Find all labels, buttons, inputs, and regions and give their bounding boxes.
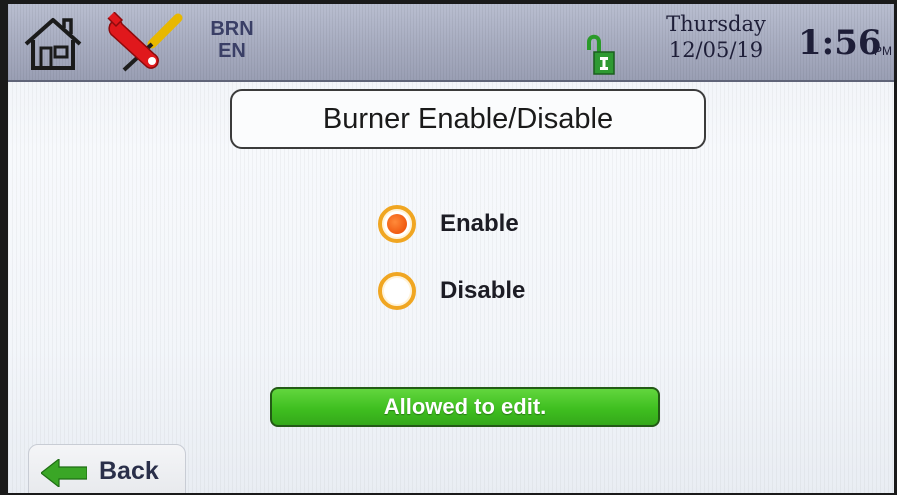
back-button[interactable]: Back bbox=[28, 444, 186, 493]
disable-radio[interactable] bbox=[378, 272, 416, 310]
tools-icon bbox=[107, 11, 183, 72]
unlocked-padlock-icon bbox=[587, 34, 615, 75]
mode-line-1: BRN bbox=[210, 18, 254, 40]
tools-button[interactable] bbox=[102, 11, 186, 74]
mode-indicator: BRN EN bbox=[204, 18, 260, 62]
back-label: Back bbox=[99, 457, 159, 485]
page-title: Burner Enable/Disable bbox=[230, 89, 706, 149]
radio-selected-dot bbox=[387, 214, 407, 234]
header-bar: BRN EN Thursday 12/05/19 1:56 PM bbox=[8, 4, 894, 82]
status-bar: Allowed to edit. bbox=[270, 387, 660, 427]
disable-label: Disable bbox=[440, 277, 526, 304]
enable-label: Enable bbox=[440, 210, 519, 237]
home-icon bbox=[24, 18, 82, 70]
mode-line-2: EN bbox=[218, 40, 246, 62]
enable-option[interactable]: Enable bbox=[378, 202, 519, 246]
time-label: 1:56 bbox=[798, 23, 882, 63]
home-button[interactable] bbox=[22, 14, 84, 74]
hmi-screen: BRN EN Thursday 12/05/19 1:56 PM Burner … bbox=[8, 4, 894, 493]
enable-radio[interactable] bbox=[378, 205, 416, 243]
disable-option[interactable]: Disable bbox=[378, 269, 525, 313]
back-arrow-icon bbox=[41, 459, 87, 487]
day-label: Thursday bbox=[666, 12, 766, 36]
date-label: 12/05/19 bbox=[668, 38, 764, 62]
ampm-label: PM bbox=[874, 44, 892, 58]
